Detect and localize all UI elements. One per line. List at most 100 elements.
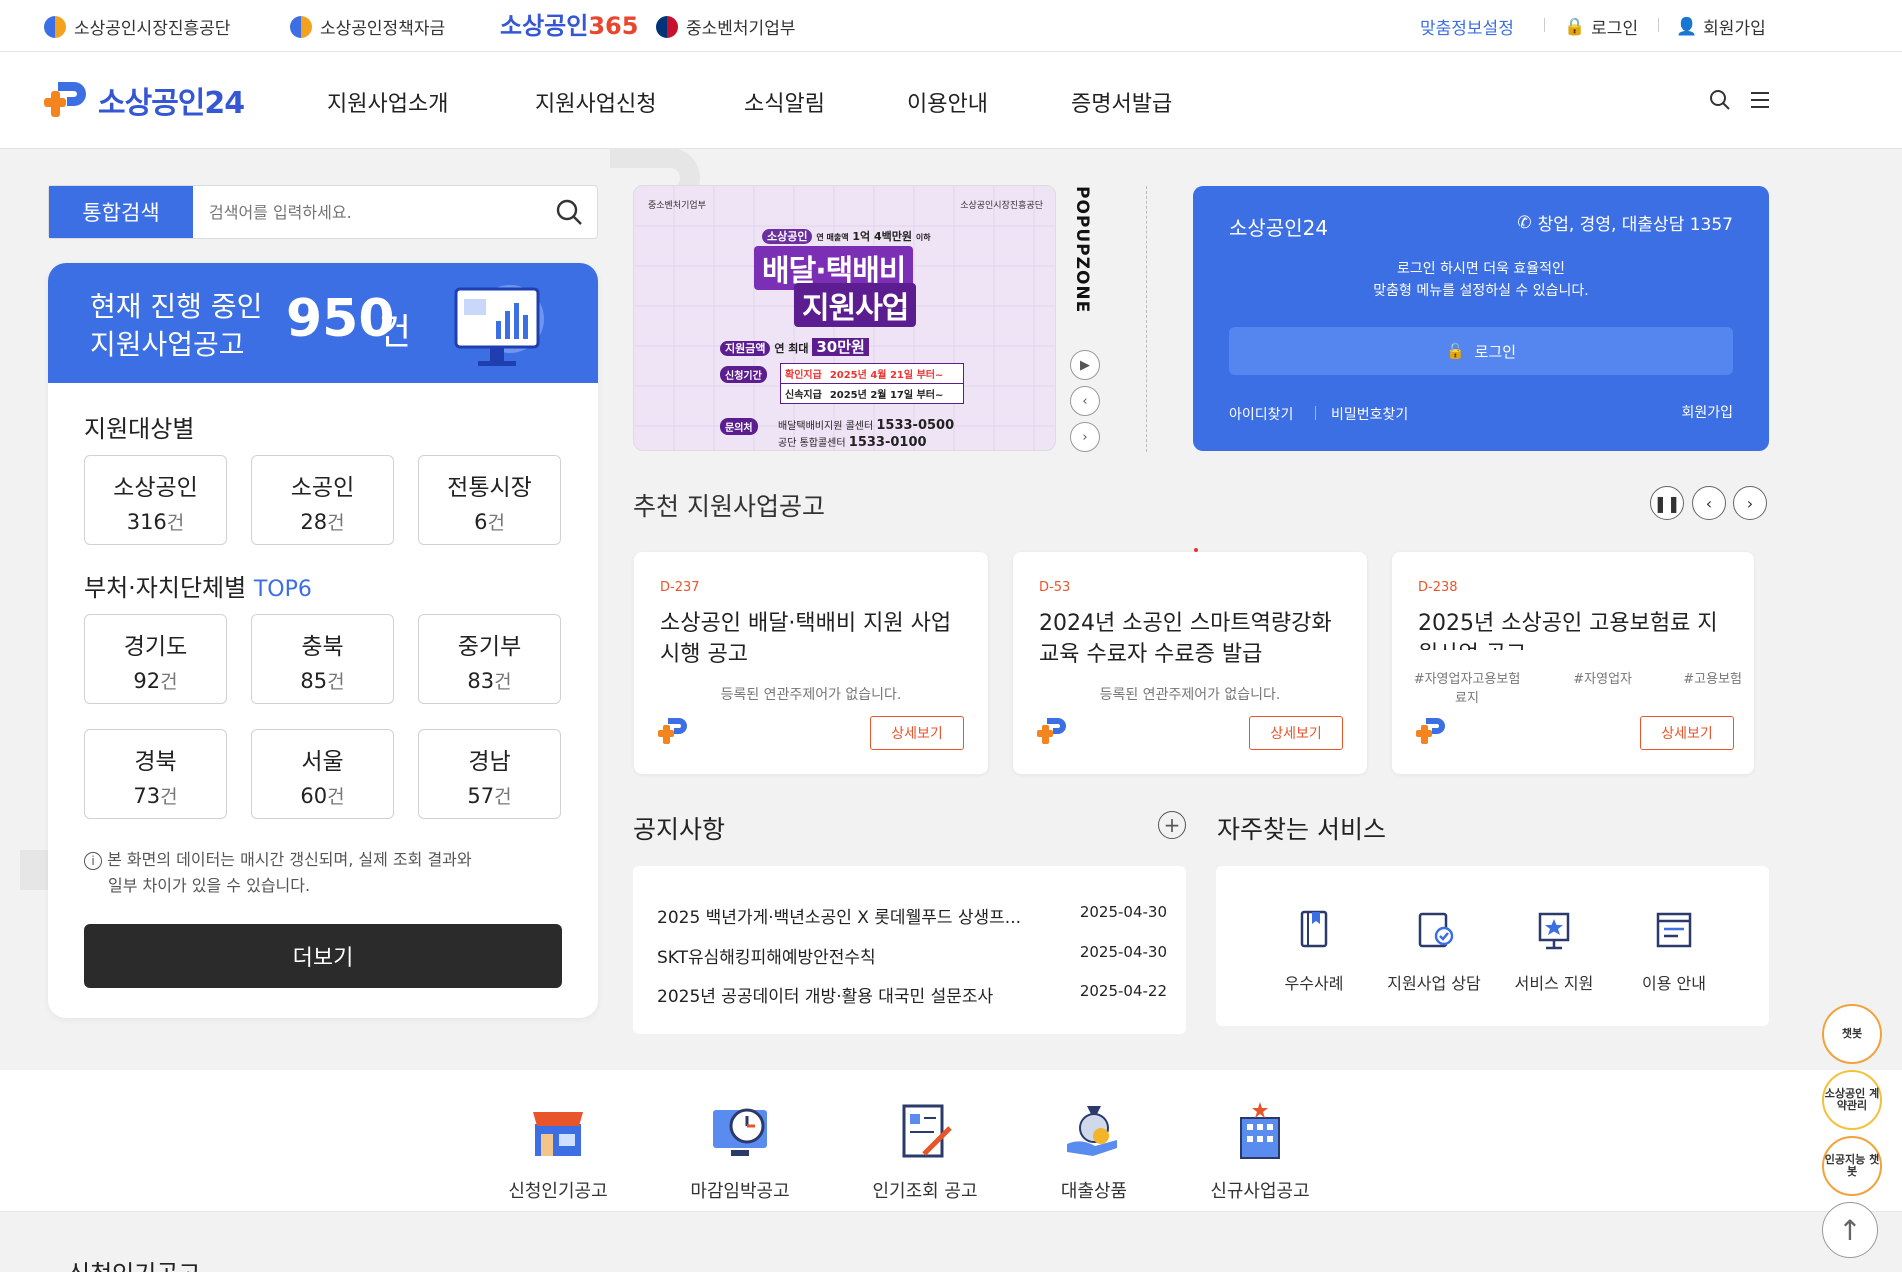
card-keywords: 등록된 연관주제어가 없습니다.	[1099, 687, 1281, 703]
menu-icon[interactable]	[1748, 88, 1772, 112]
target-section-title: 지원대상별	[84, 415, 195, 443]
search-input[interactable]	[209, 196, 529, 228]
recommended-title: 추천 지원사업공고	[633, 492, 825, 521]
chatbot-button[interactable]: 챗봇	[1822, 1004, 1882, 1064]
popular-apply-section-title: 신청인기공고	[68, 1254, 200, 1272]
nav-news[interactable]: 소식알림	[744, 86, 825, 118]
more-button[interactable]: 더보기	[84, 924, 562, 988]
scroll-top-button[interactable]: ↑	[1822, 1202, 1878, 1258]
document-pencil-icon	[902, 1104, 952, 1158]
frequent-services-title: 자주찾는 서비스	[1217, 815, 1386, 844]
dday-badge: D-53	[1039, 580, 1071, 595]
nav-support-apply[interactable]: 지원사업신청	[535, 86, 656, 118]
search-icon[interactable]	[555, 198, 583, 226]
region-section-title: 부처·자치단체별 TOP6	[84, 574, 312, 602]
notice-more-button[interactable]: +	[1158, 811, 1186, 839]
site-logo-icon	[658, 718, 687, 744]
region-item-mss[interactable]: 중기부 83건	[418, 614, 561, 704]
service-best-cases[interactable]: 우수사례	[1259, 906, 1369, 994]
user-add-icon: 👤	[1676, 16, 1698, 37]
detail-button[interactable]: 상세보기	[1249, 716, 1343, 750]
region-item-gyeonggi[interactable]: 경기도 92건	[84, 614, 227, 704]
contract-management-button[interactable]: 소상공인 계약관리	[1822, 1070, 1882, 1130]
service-consult[interactable]: 지원사업 상담	[1379, 906, 1489, 994]
card-title: 소상공인 배달·택배비 지원 사업 시행 공고	[660, 611, 952, 667]
join-link[interactable]: 👤 회원가입	[1676, 14, 1766, 40]
popup-prev-button[interactable]: ‹	[1070, 386, 1100, 416]
card-title: 2025년 소상공인 고용보험료 지원사업 공고	[1418, 611, 1718, 650]
quick-category-strip: 신청인기공고 마감임박공고 인기조회 공고 대출상품 신규사업공고	[0, 1070, 1902, 1212]
phone-icon: ✆	[1517, 212, 1532, 233]
money-bag-hand-icon	[1067, 1106, 1117, 1156]
carousel-pause-button[interactable]: ❚❚	[1650, 486, 1684, 520]
search-icon[interactable]	[1708, 88, 1732, 112]
quick-new-business[interactable]: 신규사업공고	[1190, 1100, 1330, 1203]
target-item-sogongin[interactable]: 소공인 28건	[251, 455, 394, 545]
play-icon: ▶	[1080, 357, 1090, 373]
info-icon: i	[84, 852, 102, 870]
detail-button[interactable]: 상세보기	[1640, 716, 1734, 750]
search-label: 통합검색	[49, 186, 193, 238]
chevron-right-icon: ›	[1082, 429, 1088, 445]
target-item-sosanggongin[interactable]: 소상공인 316건	[84, 455, 227, 545]
carousel-prev-button[interactable]: ‹	[1692, 486, 1726, 520]
main-header: 소상공인24 지원사업소개 지원사업신청 소식알림 이용안내 증명서발급	[0, 52, 1902, 149]
org-link-mss[interactable]: 중소벤처기업부	[656, 14, 795, 39]
quick-deadline[interactable]: 마감임박공고	[670, 1100, 810, 1203]
alarm-clock-icon	[713, 1108, 767, 1156]
dashboard-monitor-icon	[454, 285, 544, 366]
login-link[interactable]: 🔒 로그인	[1564, 14, 1638, 40]
keyword-tag[interactable]: #자영업자	[1573, 668, 1632, 706]
nav-support-intro[interactable]: 지원사업소개	[327, 86, 448, 118]
quick-loan[interactable]: 대출상품	[1024, 1100, 1164, 1203]
login-button[interactable]: 🔓 로그인	[1229, 327, 1733, 375]
find-password-link[interactable]: 비밀번호찾기	[1331, 404, 1408, 424]
plus-icon: +	[1163, 813, 1181, 837]
nav-guide[interactable]: 이용안내	[907, 86, 988, 118]
document-check-icon	[1418, 912, 1454, 948]
region-item-chungbuk[interactable]: 충북 85건	[251, 614, 394, 704]
lock-icon: 🔒	[1564, 16, 1586, 37]
region-item-gyeongbuk[interactable]: 경북 73건	[84, 729, 227, 819]
divider	[1146, 186, 1147, 452]
card-title: 2024년 소공인 스마트역량강화 교육 수료자 수료증 발급	[1039, 611, 1332, 667]
find-id-link[interactable]: 아이디찾기	[1229, 404, 1293, 424]
site-logo-icon	[44, 82, 86, 117]
custom-info-link[interactable]: 맞춤정보설정	[1420, 14, 1514, 39]
org-link-semas[interactable]: 소상공인시장진흥공단	[44, 14, 230, 39]
korea-taegeuk-icon	[656, 15, 678, 38]
keyword-tag[interactable]: #고용보험	[1683, 668, 1742, 706]
store-icon	[533, 1112, 583, 1156]
org-link-policy-fund[interactable]: 소상공인정책자금	[290, 14, 445, 39]
divider	[1544, 18, 1545, 32]
popup-banner[interactable]: 중소벤처기업부 소상공인시장진흥공단 소상공인 연 매출액 1억 4백만원 이하…	[633, 185, 1056, 451]
notice-item[interactable]: 2025년 공공데이터 개방·활용 대국민 설문조사 2025-04-22	[657, 982, 1167, 1007]
site-logo[interactable]: 소상공인24	[44, 78, 245, 122]
ongoing-count-banner[interactable]: 현재 진행 중인 지원사업공고 950 건	[48, 263, 598, 383]
brand-365-link[interactable]: 소상공인365	[500, 6, 638, 41]
popup-play-button[interactable]: ▶	[1070, 350, 1100, 380]
target-item-market[interactable]: 전통시장 6건	[418, 455, 561, 545]
recommended-card[interactable]: D-53 2024년 소공인 스마트역량강화 교육 수료자 수료증 발급 등록된…	[1013, 552, 1367, 774]
carousel-next-button[interactable]: ›	[1733, 486, 1767, 520]
ai-chatbot-button[interactable]: 인공지능 챗봇	[1822, 1136, 1882, 1196]
notice-item[interactable]: 2025 백년가게·백년소공인 X 롯데웰푸드 상생프... 2025-04-30	[657, 903, 1167, 928]
keyword-tag[interactable]: #자영업자고용보험료지	[1412, 668, 1522, 706]
detail-button[interactable]: 상세보기	[870, 716, 964, 750]
join-link[interactable]: 회원가입	[1681, 402, 1733, 422]
region-item-gyeongnam[interactable]: 경남 57건	[418, 729, 561, 819]
data-refresh-notice: i 본 화면의 데이터는 매시간 갱신되며, 실제 조회 결과와 일부 차이가 …	[84, 847, 554, 899]
quick-popular-apply[interactable]: 신청인기공고	[488, 1100, 628, 1203]
chevron-right-icon: ›	[1746, 493, 1754, 513]
nav-certificate[interactable]: 증명서발급	[1071, 86, 1172, 118]
recommended-card[interactable]: D-238 2025년 소상공인 고용보험료 지원사업 공고 #자영업자고용보험…	[1392, 552, 1754, 774]
service-guide[interactable]: 이용 안내	[1619, 906, 1729, 994]
login-panel: 소상공인24 ✆ 창업, 경영, 대출상담 1357 로그인 하시면 더욱 효율…	[1193, 186, 1769, 451]
policy-fund-logo-icon	[290, 15, 312, 38]
notice-item[interactable]: SKT유심해킹피해예방안전수칙 2025-04-30	[657, 943, 1167, 968]
popup-next-button[interactable]: ›	[1070, 422, 1100, 452]
service-support[interactable]: 서비스 지원	[1499, 906, 1609, 994]
quick-popular-view[interactable]: 인기조회 공고	[855, 1100, 995, 1203]
region-item-seoul[interactable]: 서울 60건	[251, 729, 394, 819]
recommended-card[interactable]: D-237 소상공인 배달·택배비 지원 사업 시행 공고 등록된 연관주제어가…	[634, 552, 988, 774]
